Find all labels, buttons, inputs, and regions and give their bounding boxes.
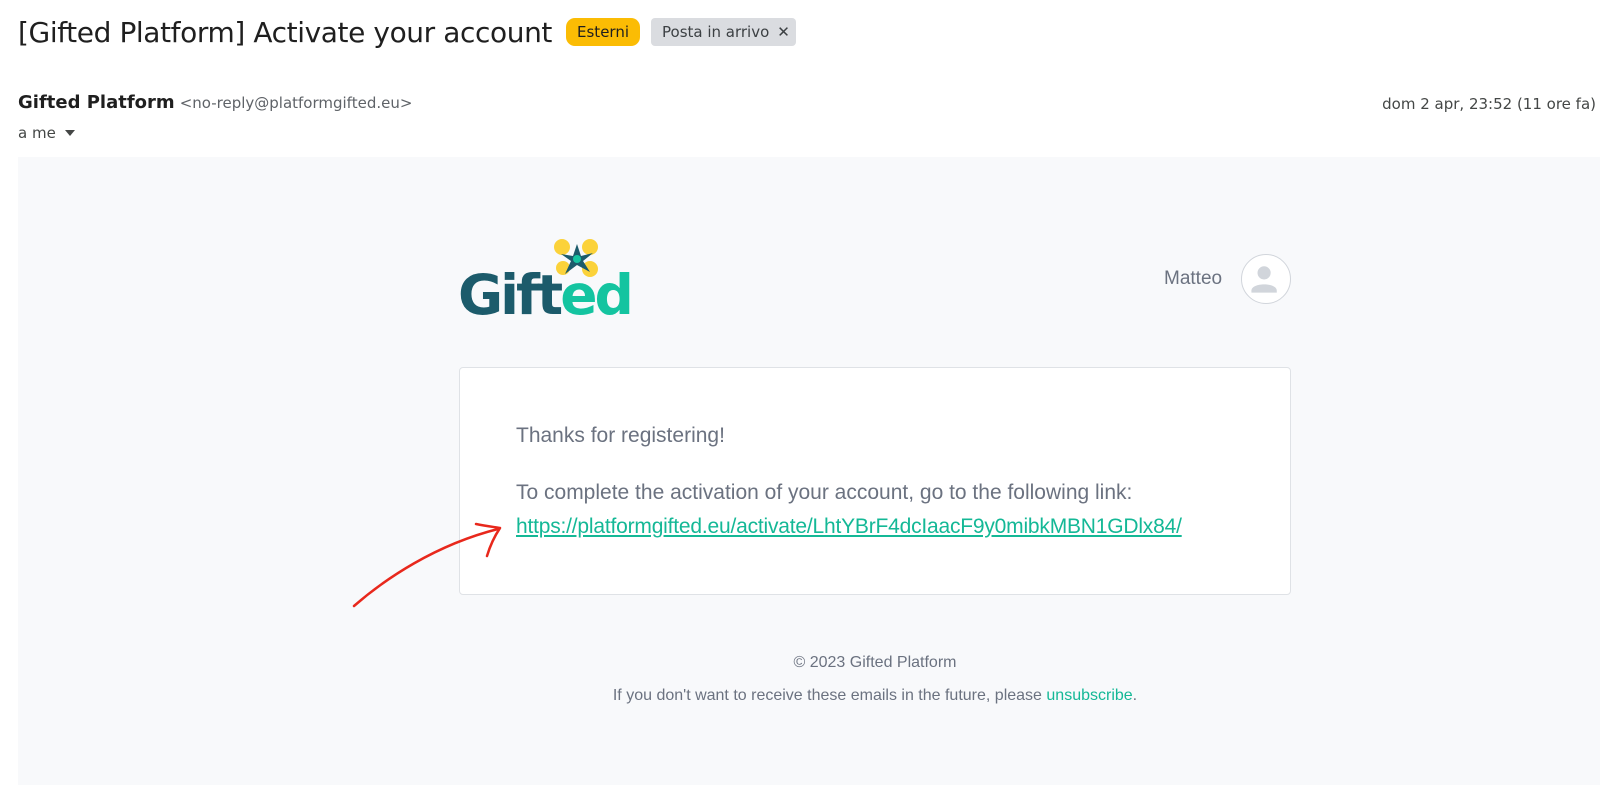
sender-name[interactable]: Gifted Platform bbox=[18, 92, 175, 113]
greeting-text: Thanks for registering! bbox=[516, 424, 725, 447]
brand-wordmark-part2: ed bbox=[560, 263, 634, 327]
label-inbox[interactable]: Posta in arrivo ✕ bbox=[651, 18, 796, 46]
message-card: Thanks for registering! To complete the … bbox=[459, 367, 1291, 595]
red-arrow-icon bbox=[352, 522, 502, 608]
activation-link[interactable]: https://platformgifted.eu/activate/LhtYB… bbox=[516, 515, 1182, 539]
chevron-down-icon[interactable] bbox=[64, 130, 75, 136]
sender-row: Gifted Platform <no-reply@platformgifted… bbox=[18, 92, 412, 116]
recipient-label: a me bbox=[18, 124, 56, 142]
unsubscribe-link[interactable]: unsubscribe bbox=[1046, 687, 1132, 704]
remove-label-icon[interactable]: ✕ bbox=[777, 23, 790, 41]
sender-email: <no-reply@platformgifted.eu> bbox=[179, 94, 413, 112]
footer-unsubscribe: If you don't want to receive these email… bbox=[0, 687, 1600, 705]
footer-copyright: © 2023 Gifted Platform bbox=[793, 654, 957, 671]
recipient-details-toggle[interactable]: a me bbox=[18, 122, 75, 144]
user-avatar-icon bbox=[1241, 254, 1291, 304]
unsubscribe-suffix: . bbox=[1132, 687, 1138, 704]
user-name: Matteo bbox=[1164, 268, 1223, 289]
email-subject: [Gifted Platform] Activate your account bbox=[18, 15, 553, 49]
label-inbox-text: Posta in arrivo bbox=[662, 23, 770, 41]
brand-wordmark-part1: Gift bbox=[458, 263, 563, 327]
instruction-text: To complete the activation of your accou… bbox=[516, 481, 1133, 504]
message-date[interactable]: dom 2 apr, 23:52 (11 ore fa) bbox=[1382, 95, 1596, 113]
unsubscribe-prefix: If you don't want to receive these email… bbox=[612, 687, 1047, 704]
label-esterni[interactable]: Esterni bbox=[566, 18, 640, 46]
brand-wordmark: Gifted bbox=[458, 263, 634, 327]
subject-row: [Gifted Platform] Activate your account … bbox=[18, 12, 796, 52]
gifted-logo: Gifted bbox=[458, 238, 638, 328]
